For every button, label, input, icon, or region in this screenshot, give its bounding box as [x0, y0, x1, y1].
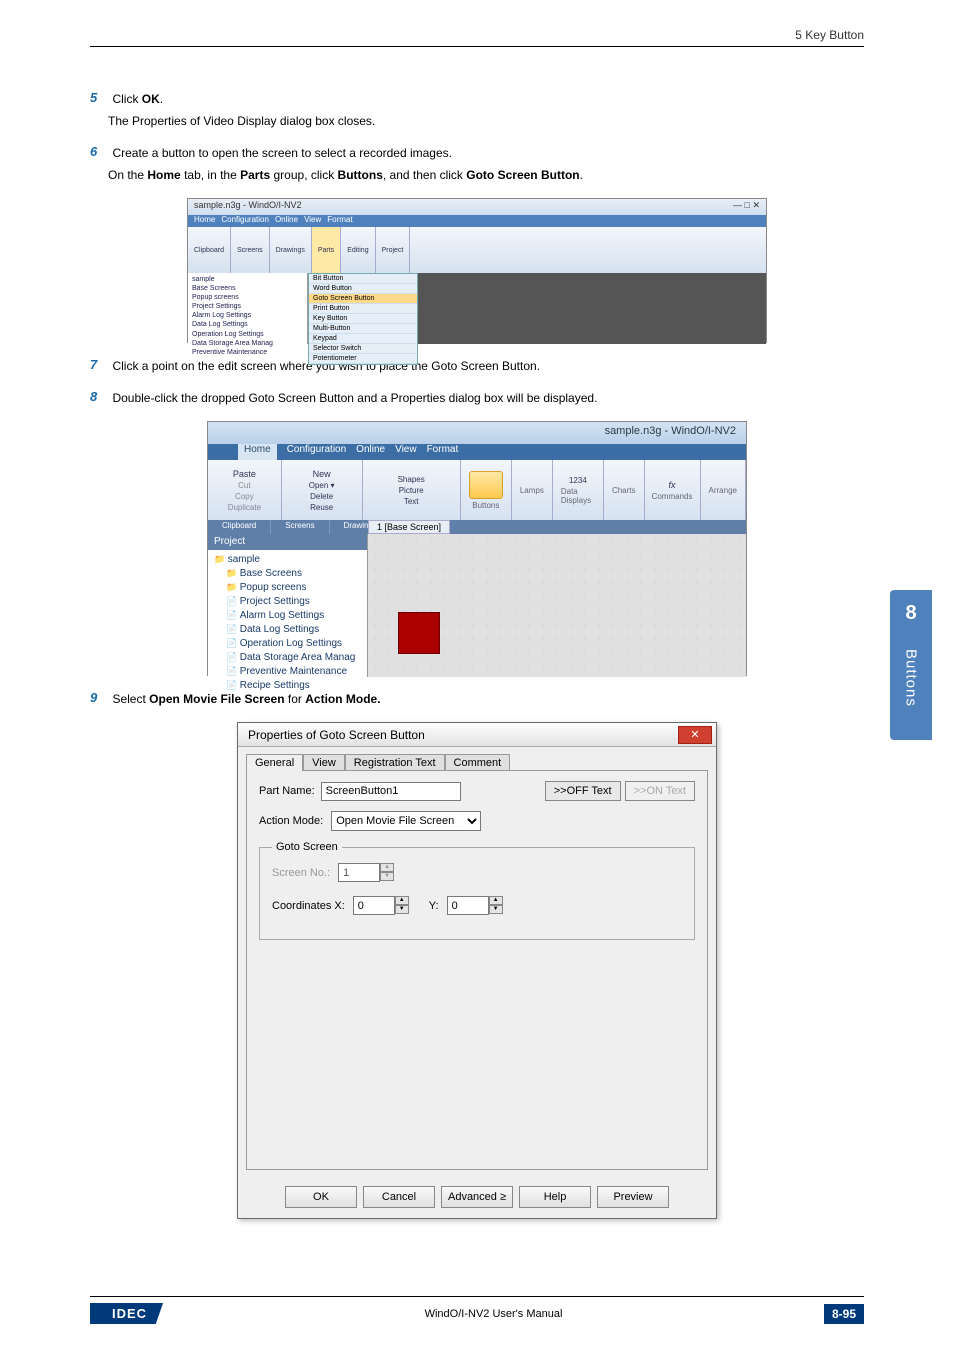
- tab-view[interactable]: View: [303, 754, 345, 771]
- step-6-text: Create a button to open the screen to se…: [112, 144, 842, 162]
- buttons-ribbon-button: [469, 471, 503, 499]
- goto-screen-legend: Goto Screen: [272, 841, 342, 853]
- tab-comment[interactable]: Comment: [445, 754, 511, 771]
- step-number-7: 7: [90, 357, 108, 372]
- coord-x-input[interactable]: [353, 896, 395, 915]
- part-name-label: Part Name:: [259, 785, 315, 797]
- on-text-button: >>ON Text: [625, 781, 695, 801]
- tab-general[interactable]: General: [246, 754, 303, 771]
- chevron-up-icon: ▲: [380, 863, 394, 872]
- step-number-6: 6: [90, 144, 108, 159]
- step-5-text: Click OK.: [112, 90, 842, 108]
- header-divider: [90, 46, 864, 47]
- step-6-subtext: On the Home tab, in the Parts group, cli…: [108, 166, 864, 184]
- step-8-text: Double-click the dropped Goto Screen But…: [112, 389, 842, 407]
- help-button[interactable]: Help: [519, 1186, 591, 1208]
- screen-no-label: Screen No.:: [272, 867, 330, 879]
- placed-goto-button: [398, 612, 440, 654]
- step-5-subtext: The Properties of Video Display dialog b…: [108, 112, 864, 130]
- ok-button[interactable]: OK: [285, 1186, 357, 1208]
- action-mode-select[interactable]: Open Movie File Screen: [331, 811, 481, 831]
- preview-button[interactable]: Preview: [597, 1186, 669, 1208]
- cancel-button[interactable]: Cancel: [363, 1186, 435, 1208]
- footer-manual-title: WindO/I-NV2 User's Manual: [425, 1308, 563, 1320]
- coord-y-input[interactable]: [447, 896, 489, 915]
- screenshot-ribbon-dropdown: sample.n3g - WindO/I-NV2— □ ✕ HomeConfig…: [187, 198, 767, 343]
- chevron-down-icon[interactable]: ▼: [489, 905, 503, 914]
- step-number-9: 9: [90, 690, 108, 705]
- step-7-text: Click a point on the edit screen where y…: [112, 357, 842, 375]
- screen-no-input: [338, 863, 380, 882]
- chapter-number: 8: [905, 602, 916, 625]
- idec-logo: IDEC: [90, 1303, 163, 1324]
- chevron-down-icon[interactable]: ▼: [395, 905, 409, 914]
- chevron-up-icon[interactable]: ▲: [489, 896, 503, 905]
- off-text-button[interactable]: >>OFF Text: [545, 781, 621, 801]
- page-number: 8-95: [824, 1304, 864, 1324]
- tab-registration-text[interactable]: Registration Text: [345, 754, 445, 771]
- goto-screen-fieldset: Goto Screen Screen No.: ▲▼ Coordinates X…: [259, 841, 695, 940]
- part-name-input[interactable]: [321, 782, 461, 801]
- advanced-button[interactable]: Advanced ≥: [441, 1186, 513, 1208]
- close-icon[interactable]: ✕: [678, 726, 712, 744]
- chevron-up-icon[interactable]: ▲: [395, 896, 409, 905]
- coord-y-label: Y:: [429, 900, 439, 912]
- chapter-label: Buttons: [903, 649, 920, 707]
- chapter-side-tab: 8 Buttons: [890, 590, 932, 740]
- chevron-down-icon: ▼: [380, 872, 394, 881]
- page-header-section: 5 Key Button: [795, 28, 864, 42]
- dialog-title: Properties of Goto Screen Button: [248, 728, 425, 742]
- coord-x-label: Coordinates X:: [272, 900, 345, 912]
- step-number-5: 5: [90, 90, 108, 105]
- step-number-8: 8: [90, 389, 108, 404]
- screenshot-editor-canvas: sample.n3g - WindO/I-NV2 Home Configurat…: [207, 421, 747, 676]
- action-mode-label: Action Mode:: [259, 815, 323, 827]
- properties-dialog: Properties of Goto Screen Button ✕ Gener…: [237, 722, 717, 1219]
